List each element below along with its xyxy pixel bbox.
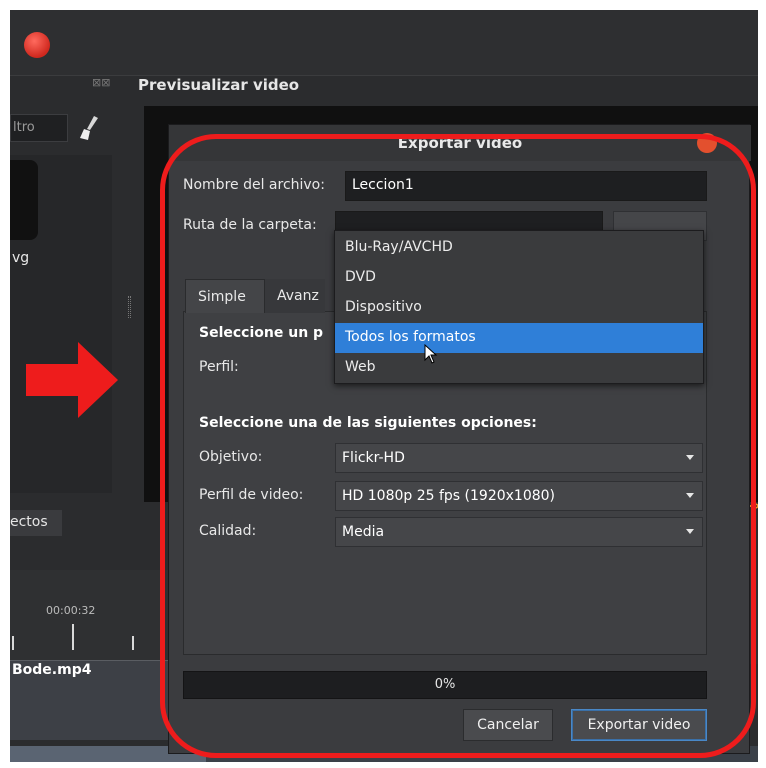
format-dropdown-menu: Blu-Ray/AVCHD DVD Dispositivo Todos los … xyxy=(334,230,704,384)
select-options-heading: Seleccione una de las siguientes opcione… xyxy=(199,415,537,431)
tab-simple[interactable]: Simple xyxy=(185,279,265,313)
folder-label: Ruta de la carpeta: xyxy=(183,217,317,233)
dialog-title: Exportar video xyxy=(169,125,751,161)
menu-item-web[interactable]: Web xyxy=(335,353,703,383)
export-video-button[interactable]: Exportar video xyxy=(571,709,707,741)
target-select-value: Flickr-HD xyxy=(342,450,405,466)
file-name-field[interactable]: Leccion1 xyxy=(345,171,707,201)
timeline-tick xyxy=(132,636,134,650)
timeline-clip-label: Bode.mp4 xyxy=(12,662,92,678)
video-profile-select[interactable]: HD 1080p 25 fps (1920x1080) xyxy=(335,481,703,511)
menu-item-device[interactable]: Dispositivo xyxy=(335,293,703,323)
export-video-dialog: Exportar video Nombre del archivo: Lecci… xyxy=(168,124,751,754)
clear-brush-icon[interactable] xyxy=(78,114,102,142)
quality-select[interactable]: Media xyxy=(335,517,703,547)
tab-effects[interactable]: ectos xyxy=(10,510,62,536)
target-select[interactable]: Flickr-HD xyxy=(335,443,703,473)
timeline-tick xyxy=(12,636,14,650)
export-progress-bar: 0% xyxy=(183,671,707,699)
select-profile-heading: Seleccione un p xyxy=(199,325,324,341)
quality-select-value: Media xyxy=(342,524,385,540)
target-label: Objetivo: xyxy=(199,449,263,465)
dock-icons[interactable]: ⊠⊠ xyxy=(92,76,110,89)
window-titlebar xyxy=(10,10,758,76)
timeline-tick xyxy=(72,624,74,650)
chevron-down-icon xyxy=(686,529,694,534)
timeline-time-label: 00:00:32 xyxy=(46,604,96,617)
tab-advanced[interactable]: Avanz xyxy=(265,279,325,313)
menu-item-dvd[interactable]: DVD xyxy=(335,263,703,293)
openshot-window: ⊠⊠ Previsualizar video ltro vg ectos ▶ ⊸… xyxy=(10,10,758,762)
mouse-cursor-icon xyxy=(424,344,438,364)
panel-splitter-handle[interactable] xyxy=(128,296,131,318)
menu-item-all-formats[interactable]: Todos los formatos xyxy=(335,323,703,353)
red-arrow-annotation xyxy=(26,342,118,418)
file-thumbnail[interactable] xyxy=(10,160,38,240)
dialog-close-icon[interactable] xyxy=(697,133,717,153)
video-profile-select-value: HD 1080p 25 fps (1920x1080) xyxy=(342,488,556,504)
menu-item-bluray[interactable]: Blu-Ray/AVCHD xyxy=(335,233,703,263)
filter-input[interactable]: ltro xyxy=(10,114,68,142)
preview-title: Previsualizar video xyxy=(138,76,300,94)
file-thumbnail-label: vg xyxy=(12,250,30,266)
cancel-button[interactable]: Cancelar xyxy=(463,709,553,741)
screenshot-stage: ⊠⊠ Previsualizar video ltro vg ectos ▶ ⊸… xyxy=(0,0,766,768)
chevron-down-icon xyxy=(686,493,694,498)
window-close-button[interactable] xyxy=(24,32,50,58)
file-name-label: Nombre del archivo: xyxy=(183,177,325,193)
quality-label: Calidad: xyxy=(199,523,257,539)
profile-label: Perfil: xyxy=(199,359,239,375)
chevron-down-icon xyxy=(686,455,694,460)
video-profile-label: Perfil de video: xyxy=(199,487,304,503)
